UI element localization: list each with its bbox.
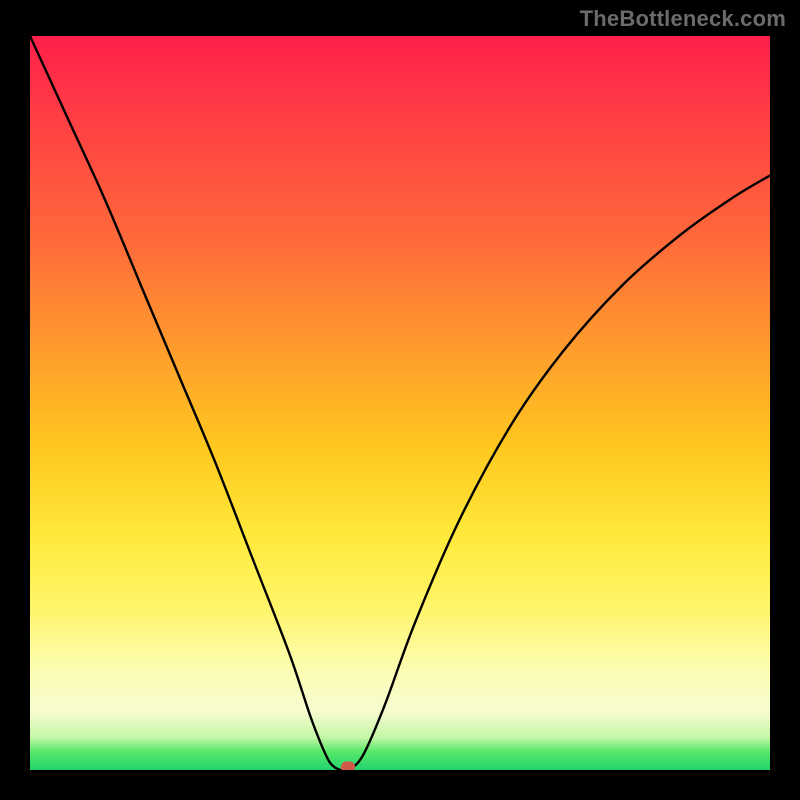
plot-area — [30, 36, 770, 770]
chart-stage: TheBottleneck.com — [0, 0, 800, 800]
min-point-marker — [341, 762, 355, 771]
watermark-text: TheBottleneck.com — [580, 6, 786, 32]
bottleneck-curve — [30, 36, 770, 770]
plot-frame — [26, 32, 774, 774]
